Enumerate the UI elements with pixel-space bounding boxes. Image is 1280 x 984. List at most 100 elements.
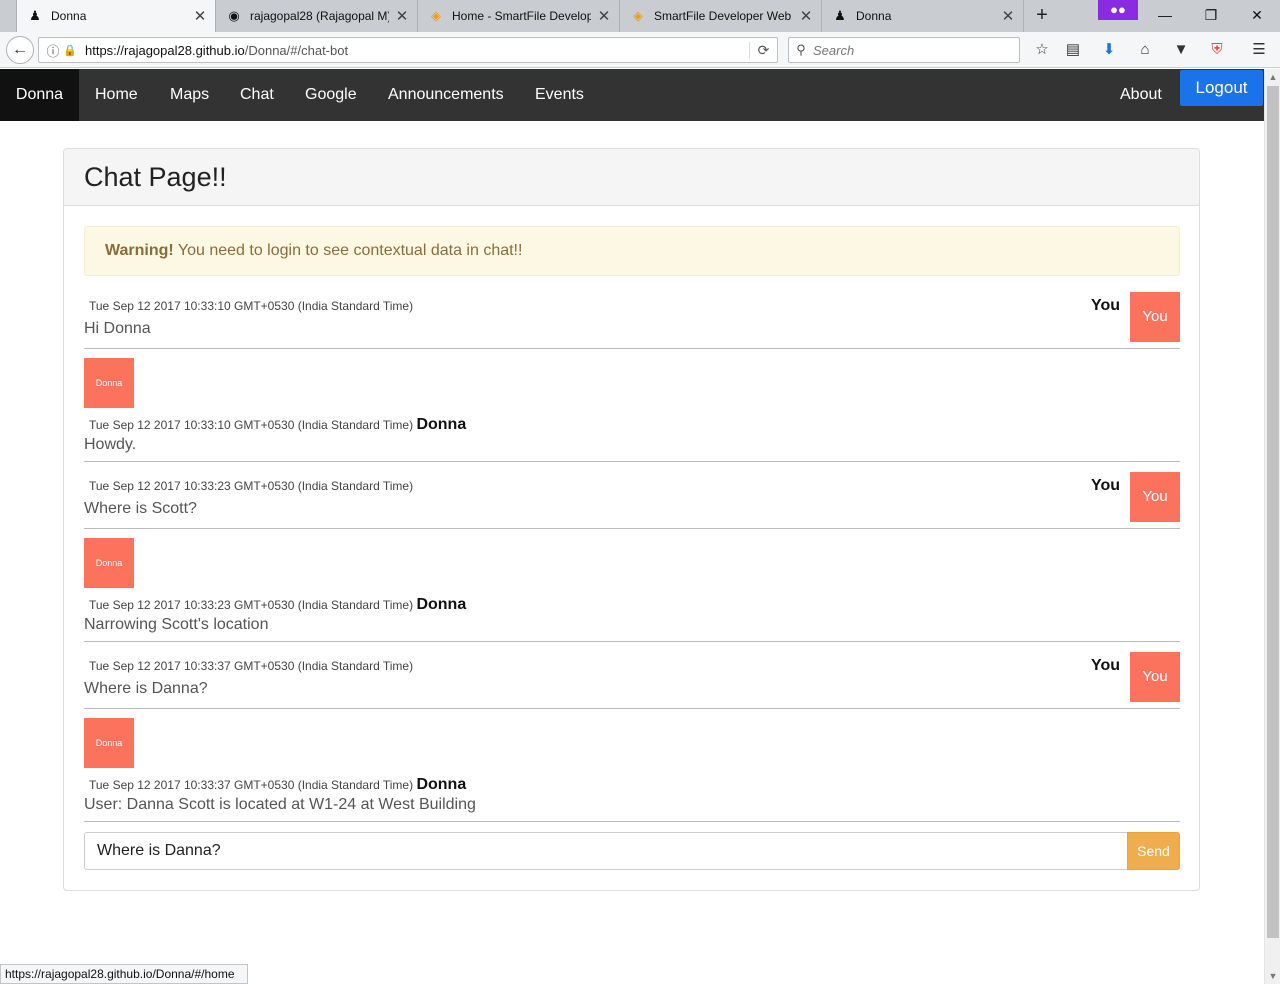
message-text: Howdy. bbox=[84, 436, 137, 453]
message-sender: Donna bbox=[416, 596, 467, 613]
window-close-icon[interactable]: ✕ bbox=[1234, 0, 1280, 30]
url-path: /Donna/#/chat-bot bbox=[244, 42, 349, 58]
avatar: You bbox=[1130, 292, 1180, 342]
bookmark-star-icon[interactable]: ☆ bbox=[1030, 38, 1054, 62]
send-button[interactable]: Send bbox=[1127, 832, 1180, 870]
smartfile-icon: ◈ bbox=[431, 8, 441, 23]
message-timestamp: Tue Sep 12 2017 10:33:10 GMT+0530 (India… bbox=[89, 299, 414, 313]
scroll-down-arrow-icon[interactable]: ▼ bbox=[1265, 968, 1280, 984]
chat-input-row: Where is Danna? Send bbox=[84, 832, 1180, 870]
message-sender: You bbox=[1090, 657, 1120, 674]
chat-message-user: Tue Sep 12 2017 10:33:10 GMT+0530 (India… bbox=[84, 292, 1180, 349]
chat-message-user: Tue Sep 12 2017 10:33:37 GMT+0530 (India… bbox=[84, 652, 1180, 709]
logout-button[interactable]: Logout bbox=[1180, 70, 1263, 106]
menu-hamburger-icon[interactable]: ☰ bbox=[1247, 38, 1271, 62]
back-arrow-icon[interactable]: ← bbox=[6, 36, 34, 64]
message-timestamp: Tue Sep 12 2017 10:33:10 GMT+0530 (India… bbox=[89, 416, 466, 434]
message-text: Where is Scott? bbox=[84, 500, 197, 517]
message-timestamp: Tue Sep 12 2017 10:33:23 GMT+0530 (India… bbox=[89, 596, 466, 614]
close-icon[interactable]: ✕ bbox=[597, 7, 611, 25]
message-sender: You bbox=[1090, 297, 1120, 314]
tab-label: SmartFile Developer Web A bbox=[654, 9, 793, 23]
message-text: Hi Donna bbox=[84, 320, 151, 337]
message-text: User: Danna Scott is located at W1-24 at… bbox=[84, 796, 476, 813]
nav-brand-donna[interactable]: Donna bbox=[0, 69, 79, 121]
tab-label: Home - SmartFile Develop bbox=[452, 9, 591, 23]
github-icon: ◉ bbox=[228, 8, 240, 23]
scroll-up-arrow-icon[interactable]: ▲ bbox=[1265, 69, 1280, 85]
search-placeholder: Search bbox=[813, 42, 855, 58]
page-title: Chat Page!! bbox=[64, 149, 1199, 206]
url-bar[interactable]: ⓘ 🔒 https://rajagopal28.github.io/Donna/… bbox=[38, 37, 778, 63]
chat-message-bot: Donna Tue Sep 12 2017 10:33:10 GMT+0530 … bbox=[84, 358, 1180, 462]
lock-icon[interactable]: 🔒 bbox=[63, 44, 79, 57]
app-navbar: Donna Home Maps Chat Google Announcement… bbox=[0, 69, 1264, 121]
message-text: Narrowing Scott's location bbox=[84, 616, 269, 633]
avatar: Donna bbox=[84, 718, 134, 768]
avatar: Donna bbox=[84, 538, 134, 588]
minimize-icon[interactable]: — bbox=[1142, 0, 1188, 30]
status-bar-link-preview: https://rajagopal28.github.io/Donna/#/ho… bbox=[0, 964, 248, 984]
avatar: Donna bbox=[84, 358, 134, 408]
url-host: https://rajagopal28.github.io bbox=[85, 42, 245, 58]
nav-link-events[interactable]: Events bbox=[535, 69, 584, 121]
message-sender: You bbox=[1090, 477, 1120, 494]
avatar: You bbox=[1130, 652, 1180, 702]
nav-link-google[interactable]: Google bbox=[305, 69, 357, 121]
close-icon[interactable]: ✕ bbox=[799, 7, 813, 25]
url-text: https://rajagopal28.github.io/Donna/#/ch… bbox=[85, 43, 749, 58]
tab-label: rajagopal28 (Rajagopal M) bbox=[250, 9, 389, 23]
timestamp-text: Tue Sep 12 2017 10:33:23 GMT+0530 (India… bbox=[89, 598, 414, 612]
shield-icon[interactable]: ⛨ bbox=[1205, 38, 1229, 62]
warning-label: Warning! bbox=[105, 242, 174, 259]
message-timestamp: Tue Sep 12 2017 10:33:37 GMT+0530 (India… bbox=[89, 659, 414, 673]
nav-link-about[interactable]: About bbox=[1120, 69, 1162, 121]
chat-message-bot: Donna Tue Sep 12 2017 10:33:37 GMT+0530 … bbox=[84, 718, 1180, 822]
close-icon[interactable]: ✕ bbox=[1001, 7, 1015, 25]
home-icon[interactable]: ⌂ bbox=[1133, 38, 1157, 62]
donna-favicon-icon: ♟ bbox=[29, 8, 41, 23]
nav-link-announcements[interactable]: Announcements bbox=[388, 69, 504, 121]
avatar: You bbox=[1130, 472, 1180, 522]
tab-label: Donna bbox=[856, 9, 892, 23]
donna-favicon-icon: ♟ bbox=[834, 8, 846, 23]
search-icon: ⚲ bbox=[796, 42, 806, 57]
timestamp-text: Tue Sep 12 2017 10:33:10 GMT+0530 (India… bbox=[89, 418, 414, 432]
tab-label: Donna bbox=[51, 9, 87, 23]
message-sender: Donna bbox=[416, 416, 467, 433]
info-icon[interactable]: ⓘ bbox=[43, 41, 63, 60]
new-tab-plus-icon[interactable]: + bbox=[1030, 4, 1054, 28]
browser-tab-donna-active[interactable]: ♟ Donna ✕ bbox=[16, 0, 216, 32]
message-sender: Donna bbox=[416, 776, 467, 793]
close-icon[interactable]: ✕ bbox=[395, 7, 409, 25]
browser-tab-smartfile-home[interactable]: ◈ Home - SmartFile Develop ✕ bbox=[418, 0, 620, 32]
close-icon[interactable]: ✕ bbox=[193, 7, 207, 25]
message-text: Where is Danna? bbox=[84, 680, 208, 697]
message-timestamp: Tue Sep 12 2017 10:33:37 GMT+0530 (India… bbox=[89, 776, 466, 794]
browser-tab-github[interactable]: ◉ rajagopal28 (Rajagopal M) ✕ bbox=[216, 0, 418, 32]
warning-message: You need to login to see contextual data… bbox=[173, 242, 523, 259]
message-timestamp: Tue Sep 12 2017 10:33:23 GMT+0530 (India… bbox=[89, 479, 414, 493]
search-input[interactable]: ⚲ Search bbox=[788, 37, 1020, 63]
download-icon[interactable]: ⬇ bbox=[1097, 38, 1121, 62]
scrollbar-thumb[interactable] bbox=[1267, 86, 1279, 938]
chat-panel: Chat Page!! Warning! You need to login t… bbox=[63, 148, 1200, 891]
reader-list-icon[interactable]: ▤ bbox=[1061, 38, 1085, 62]
login-warning-alert: Warning! You need to login to see contex… bbox=[84, 226, 1180, 276]
chat-message-bot: Donna Tue Sep 12 2017 10:33:23 GMT+0530 … bbox=[84, 538, 1180, 642]
reload-icon[interactable]: ⟳ bbox=[749, 41, 777, 59]
page-scrollbar[interactable]: ▲ ▼ bbox=[1264, 69, 1280, 984]
chat-message-input[interactable]: Where is Danna? bbox=[84, 832, 1128, 870]
private-browsing-mask-icon: ●● bbox=[1098, 0, 1138, 20]
pocket-icon[interactable]: ▼ bbox=[1169, 38, 1193, 62]
nav-link-chat[interactable]: Chat bbox=[240, 69, 274, 121]
browser-tab-donna[interactable]: ♟ Donna ✕ bbox=[822, 0, 1024, 32]
browser-toolbar: ← ⓘ 🔒 https://rajagopal28.github.io/Donn… bbox=[0, 32, 1280, 68]
browser-tab-smartfile-web[interactable]: ◈ SmartFile Developer Web A ✕ bbox=[620, 0, 822, 32]
smartfile-icon: ◈ bbox=[633, 8, 643, 23]
chat-message-user: Tue Sep 12 2017 10:33:23 GMT+0530 (India… bbox=[84, 472, 1180, 529]
nav-link-home[interactable]: Home bbox=[95, 69, 138, 121]
restore-icon[interactable]: ❐ bbox=[1188, 0, 1234, 30]
browser-tab-bar: ♟ Donna ✕ ◉ rajagopal28 (Rajagopal M) ✕ … bbox=[0, 0, 1280, 32]
nav-link-maps[interactable]: Maps bbox=[170, 69, 209, 121]
